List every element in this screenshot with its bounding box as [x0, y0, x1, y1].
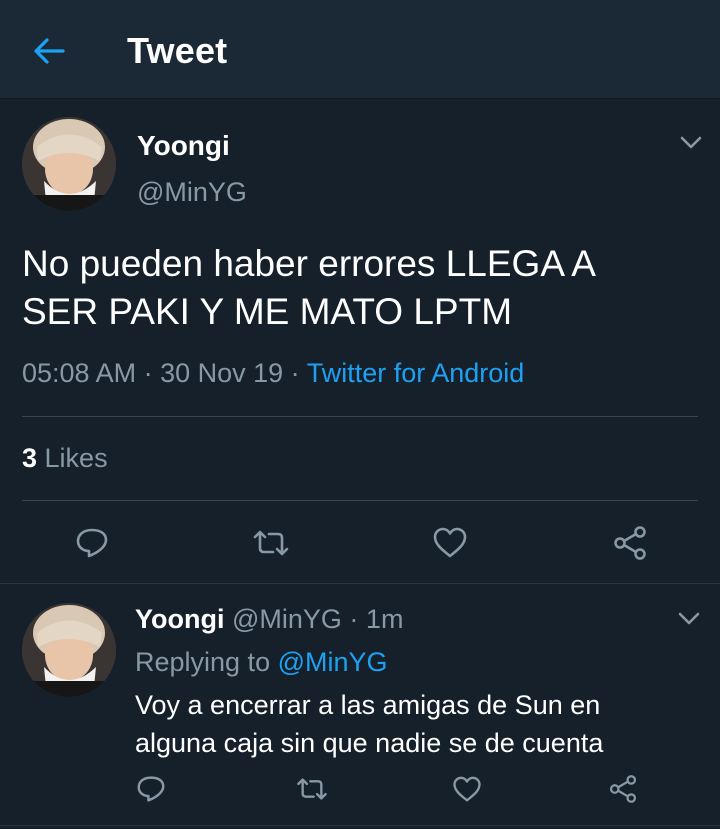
- replying-label: Replying to: [135, 647, 278, 677]
- author-avatar[interactable]: [22, 117, 116, 211]
- tweet-time: 05:08 AM: [22, 358, 137, 388]
- section-divider: [0, 825, 720, 826]
- tweet-text: No pueden haber errores LLEGA A SER PAKI…: [22, 240, 702, 336]
- reply-icon: [137, 776, 165, 802]
- divider: [22, 500, 698, 501]
- reply-options-button[interactable]: [676, 606, 702, 632]
- app-header: Tweet: [0, 0, 720, 99]
- reply-text: Voy a encerrar a las amigas de Sun en al…: [135, 686, 695, 762]
- likes-count-link[interactable]: 3 Likes: [22, 443, 108, 474]
- author-name[interactable]: Yoongi: [137, 130, 230, 162]
- chevron-down-icon: [680, 136, 702, 149]
- reply-like-button[interactable]: [448, 770, 486, 808]
- reply-author-handle[interactable]: @MinYG: [224, 604, 342, 634]
- tweet-text-line: No pueden haber errores LLEGA A: [22, 243, 596, 284]
- back-button[interactable]: [26, 28, 72, 74]
- like-button[interactable]: [428, 521, 472, 565]
- like-icon: [433, 527, 467, 558]
- tweet-source-link[interactable]: Twitter for Android: [307, 358, 525, 388]
- tweet-date: 30 Nov 19: [160, 358, 284, 388]
- reply-author-name[interactable]: Yoongi: [135, 604, 224, 634]
- meta-separator: ·: [136, 358, 161, 388]
- reply-text-line: alguna caja sin que nadie se de cuenta: [135, 728, 604, 758]
- page-title: Tweet: [127, 30, 228, 71]
- divider: [22, 416, 698, 417]
- arrow-left-icon: [34, 38, 65, 64]
- reply-share-button[interactable]: [604, 770, 642, 808]
- reply-author-avatar[interactable]: [22, 603, 116, 697]
- replying-to: Replying to @MinYG: [135, 647, 388, 678]
- share-button[interactable]: [608, 521, 652, 565]
- like-icon: [453, 776, 481, 801]
- tweet-options-button[interactable]: [678, 130, 704, 156]
- reply-icon: [76, 528, 108, 558]
- share-icon: [614, 526, 646, 560]
- meta-separator: ·: [341, 604, 366, 634]
- reply-text-line: Voy a encerrar a las amigas de Sun en: [135, 690, 601, 720]
- likes-count: 3: [22, 443, 38, 473]
- reply-retweet-button[interactable]: [292, 770, 332, 808]
- likes-label: Likes: [37, 443, 108, 473]
- reply-reply-button[interactable]: [132, 770, 170, 808]
- tweet-meta: 05:08 AM · 30 Nov 19 · Twitter for Andro…: [22, 358, 524, 389]
- retweet-icon: [253, 530, 289, 556]
- reply-header: Yoongi @MinYG · 1m: [135, 604, 403, 635]
- share-icon: [609, 775, 637, 803]
- reply-button[interactable]: [70, 521, 114, 565]
- reply-age: 1m: [365, 604, 404, 634]
- chevron-down-icon: [678, 612, 700, 625]
- author-handle[interactable]: @MinYG: [137, 177, 247, 208]
- tweet-text-line: SER PAKI Y ME MATO LPTM: [22, 291, 513, 332]
- meta-separator: ·: [283, 358, 307, 388]
- section-divider: [0, 583, 720, 584]
- replying-handle-link[interactable]: @MinYG: [278, 647, 388, 677]
- retweet-button[interactable]: [249, 521, 293, 565]
- retweet-icon: [297, 778, 327, 800]
